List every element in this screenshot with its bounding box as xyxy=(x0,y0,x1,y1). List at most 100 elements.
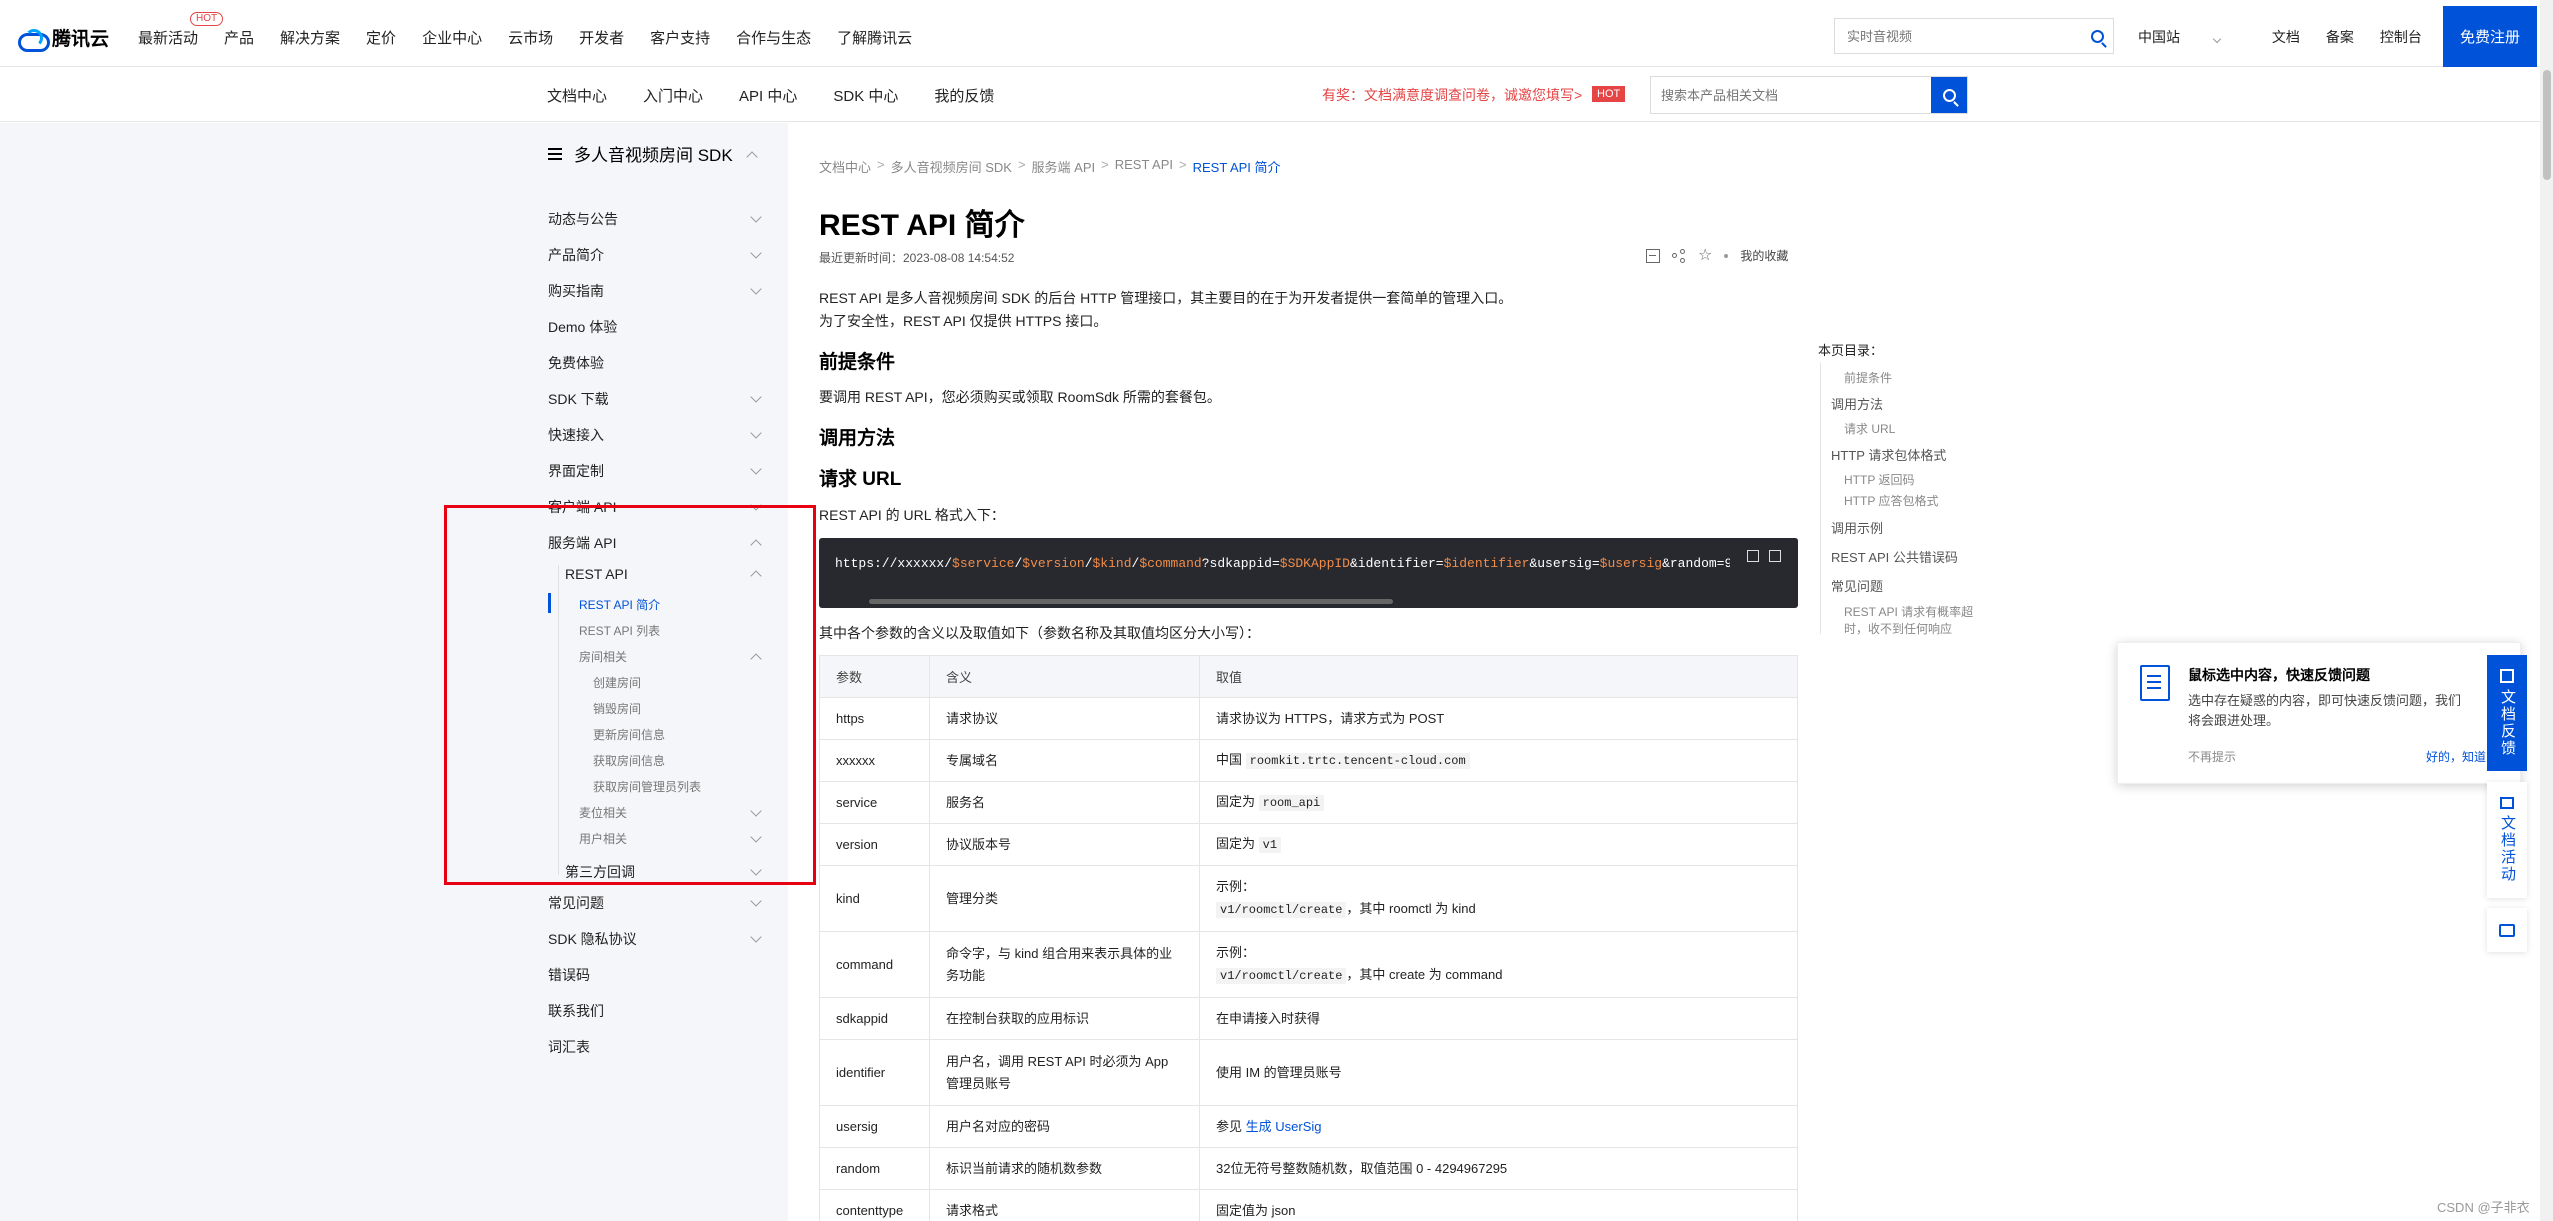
table-row: command 命令字，与 kind 组合用来表示具体的业务功能 示例： v1/roo… xyxy=(819,931,1798,998)
breadcrumb-doc-center[interactable]: 文档中心 xyxy=(819,157,871,176)
breadcrumb-product[interactable]: 多人音视频房间 SDK xyxy=(891,157,1012,176)
sidebar-item-error-codes[interactable]: 错误码 xyxy=(548,965,764,985)
doc-feedback-label: 文档反馈 xyxy=(2499,689,2516,757)
copy-icon[interactable] xyxy=(1769,550,1781,562)
menu-products[interactable]: 产品 xyxy=(224,27,254,48)
feedback-tip-popup: 鼠标选中内容，快速反馈问题 选中存在疑惑的内容，即可快速反馈问题，我们将会跟进处… xyxy=(2117,642,2521,784)
sidebar-item-sdk-download[interactable]: SDK 下载 xyxy=(548,389,764,409)
menu-marketplace[interactable]: 云市场 xyxy=(508,27,553,48)
page-scrollbar-thumb[interactable] xyxy=(2543,70,2551,180)
url-format-desc: REST API 的 URL 格式入下： xyxy=(819,507,1005,523)
chevron-down-icon xyxy=(750,283,762,295)
toc-item-timeout-2[interactable]: 时，收不到任何响应 xyxy=(1844,620,1952,637)
table-row: random 标识当前请求的随机数参数 32位无符号整数随机数，取值范围 0 - 4… xyxy=(819,1147,1798,1190)
sidebar-item-intro[interactable]: 产品简介 xyxy=(548,245,764,265)
sidebar-item-label: 错误码 xyxy=(548,967,590,983)
sidebar-item-faq[interactable]: 常见问题 xyxy=(548,893,764,913)
register-button[interactable]: 免费注册 xyxy=(2443,6,2537,67)
last-updated: 最近更新时间：2023-08-08 14:54:52 xyxy=(819,251,1015,265)
menu-support[interactable]: 客户支持 xyxy=(650,27,710,48)
chevron-down-icon xyxy=(2212,34,2222,44)
doc-activity-tab[interactable]: 文档活动 xyxy=(2487,782,2527,898)
subnav-getting-started[interactable]: 入门中心 xyxy=(643,85,703,106)
doc-feedback-tab[interactable]: 文档反馈 xyxy=(2487,655,2527,771)
table-row: usersig 用户名对应的密码 参见 生成 UserSig xyxy=(819,1105,1798,1148)
chevron-down-icon xyxy=(750,463,762,475)
highlight-annotation-box xyxy=(444,505,816,885)
sidebar-item-glossary[interactable]: 词汇表 xyxy=(548,1037,764,1057)
breadcrumb-rest-api[interactable]: REST API xyxy=(1115,157,1173,176)
menu-partners[interactable]: 合作与生态 xyxy=(736,27,811,48)
toc-item-faq[interactable]: 常见问题 xyxy=(1831,576,1883,595)
collapse-sidebar-toggle[interactable] xyxy=(746,148,760,166)
code-actions xyxy=(1730,538,1798,574)
subnav-sdk-center[interactable]: SDK 中心 xyxy=(833,85,898,106)
menu-latest-activity[interactable]: 最新活动 xyxy=(138,27,198,48)
heading-call-method: 调用方法 xyxy=(819,428,896,449)
share-icon[interactable] xyxy=(1672,248,1686,263)
link-docs[interactable]: 文档 xyxy=(2272,27,2300,47)
survey-notice-link[interactable]: 有奖：文档满意度调查问卷，诚邀您填写> xyxy=(1322,85,1582,105)
chevron-down-icon xyxy=(750,211,762,223)
heading-prerequisites: 前提条件 xyxy=(819,352,896,373)
sidebar-item-contact[interactable]: 联系我们 xyxy=(548,1001,764,1021)
hot-badge: HOT xyxy=(190,12,224,26)
collapse-icon[interactable] xyxy=(1646,248,1660,263)
menu-about[interactable]: 了解腾讯云 xyxy=(837,27,912,48)
toc-item-call-method[interactable]: 调用方法 xyxy=(1831,394,1883,413)
breadcrumb-server-api[interactable]: 服务端 API xyxy=(1032,157,1096,176)
sidebar-item-ui-custom[interactable]: 界面定制 xyxy=(548,461,764,481)
wrap-lines-icon[interactable] xyxy=(1747,550,1759,562)
region-selector[interactable]: 中国站 xyxy=(2138,27,2246,47)
sidebar-item-demo[interactable]: Demo 体验 xyxy=(548,317,764,337)
toc-line xyxy=(1820,362,1821,634)
doc-subnav-links: 文档中心 入门中心 API 中心 SDK 中心 我的反馈 xyxy=(547,85,1030,106)
article-tools: ☆ 我的收藏 xyxy=(1646,247,1788,264)
page-scrollbar[interactable] xyxy=(2540,0,2553,1221)
toc-item-prereq[interactable]: 前提条件 xyxy=(1844,369,1892,386)
document-icon xyxy=(2140,665,2170,701)
dont-show-again-button[interactable]: 不再提示 xyxy=(2188,748,2236,765)
my-favorites-link[interactable]: 我的收藏 xyxy=(1740,247,1788,264)
menu-pricing[interactable]: 定价 xyxy=(366,27,396,48)
usersig-link[interactable]: 生成 UserSig xyxy=(1246,1119,1322,1134)
chevron-down-icon xyxy=(750,391,762,403)
doc-search-input[interactable] xyxy=(1651,77,1931,113)
page-title: REST API 简介 xyxy=(819,209,1025,242)
logo-text: 腾讯云 xyxy=(52,29,110,50)
toc-item-http-code[interactable]: HTTP 返回码 xyxy=(1844,471,1914,488)
toc-item-error-codes[interactable]: REST API 公共错误码 xyxy=(1831,547,1958,566)
search-button[interactable] xyxy=(2081,29,2113,43)
sidebar-item-free-trial[interactable]: 免费体验 xyxy=(548,353,764,373)
sidebar-item-privacy[interactable]: SDK 隐私协议 xyxy=(548,929,764,949)
notice-hot-badge: HOT xyxy=(1592,86,1626,102)
sidebar-item-quick-start[interactable]: 快速接入 xyxy=(548,425,764,445)
subnav-doc-center[interactable]: 文档中心 xyxy=(547,85,607,106)
sidebar-item-label: 购买指南 xyxy=(548,283,604,299)
chat-tab[interactable] xyxy=(2487,908,2527,952)
link-filing[interactable]: 备案 xyxy=(2326,27,2354,47)
link-console[interactable]: 控制台 xyxy=(2380,27,2422,47)
code-block[interactable]: https://xxxxxx/$service/$version/$kind/$… xyxy=(819,538,1798,608)
toc-item-request-url[interactable]: 请求 URL xyxy=(1844,420,1895,437)
sidebar-item-news[interactable]: 动态与公告 xyxy=(548,209,764,229)
menu-enterprise[interactable]: 企业中心 xyxy=(422,27,482,48)
cloud-logo-icon xyxy=(18,28,50,52)
toc-item-http-body[interactable]: HTTP 请求包体格式 xyxy=(1831,445,1946,464)
subnav-my-feedback[interactable]: 我的反馈 xyxy=(934,85,994,106)
toc-item-timeout[interactable]: REST API 请求有概率超 xyxy=(1844,603,1973,620)
menu-developers[interactable]: 开发者 xyxy=(579,27,624,48)
star-icon[interactable]: ☆ xyxy=(1698,247,1712,263)
code-horizontal-scrollbar[interactable] xyxy=(869,599,1393,604)
toc-item-example[interactable]: 调用示例 xyxy=(1831,518,1883,537)
col-value: 取值 xyxy=(1199,655,1798,698)
subnav-api-center[interactable]: API 中心 xyxy=(739,85,797,106)
toc-item-http-response[interactable]: HTTP 应答包格式 xyxy=(1844,492,1938,509)
doc-search-button[interactable] xyxy=(1931,77,1967,113)
tencent-cloud-logo[interactable]: 腾讯云 xyxy=(18,24,110,52)
menu-solutions[interactable]: 解决方案 xyxy=(280,27,340,48)
sidebar-item-purchase[interactable]: 购买指南 xyxy=(548,281,764,301)
sidebar-title[interactable]: 多人音视频房间 SDK xyxy=(548,141,733,166)
doc-subnav: 文档中心 入门中心 API 中心 SDK 中心 我的反馈 有奖：文档满意度调查问… xyxy=(0,68,2540,122)
global-search-input[interactable] xyxy=(1847,28,2081,44)
